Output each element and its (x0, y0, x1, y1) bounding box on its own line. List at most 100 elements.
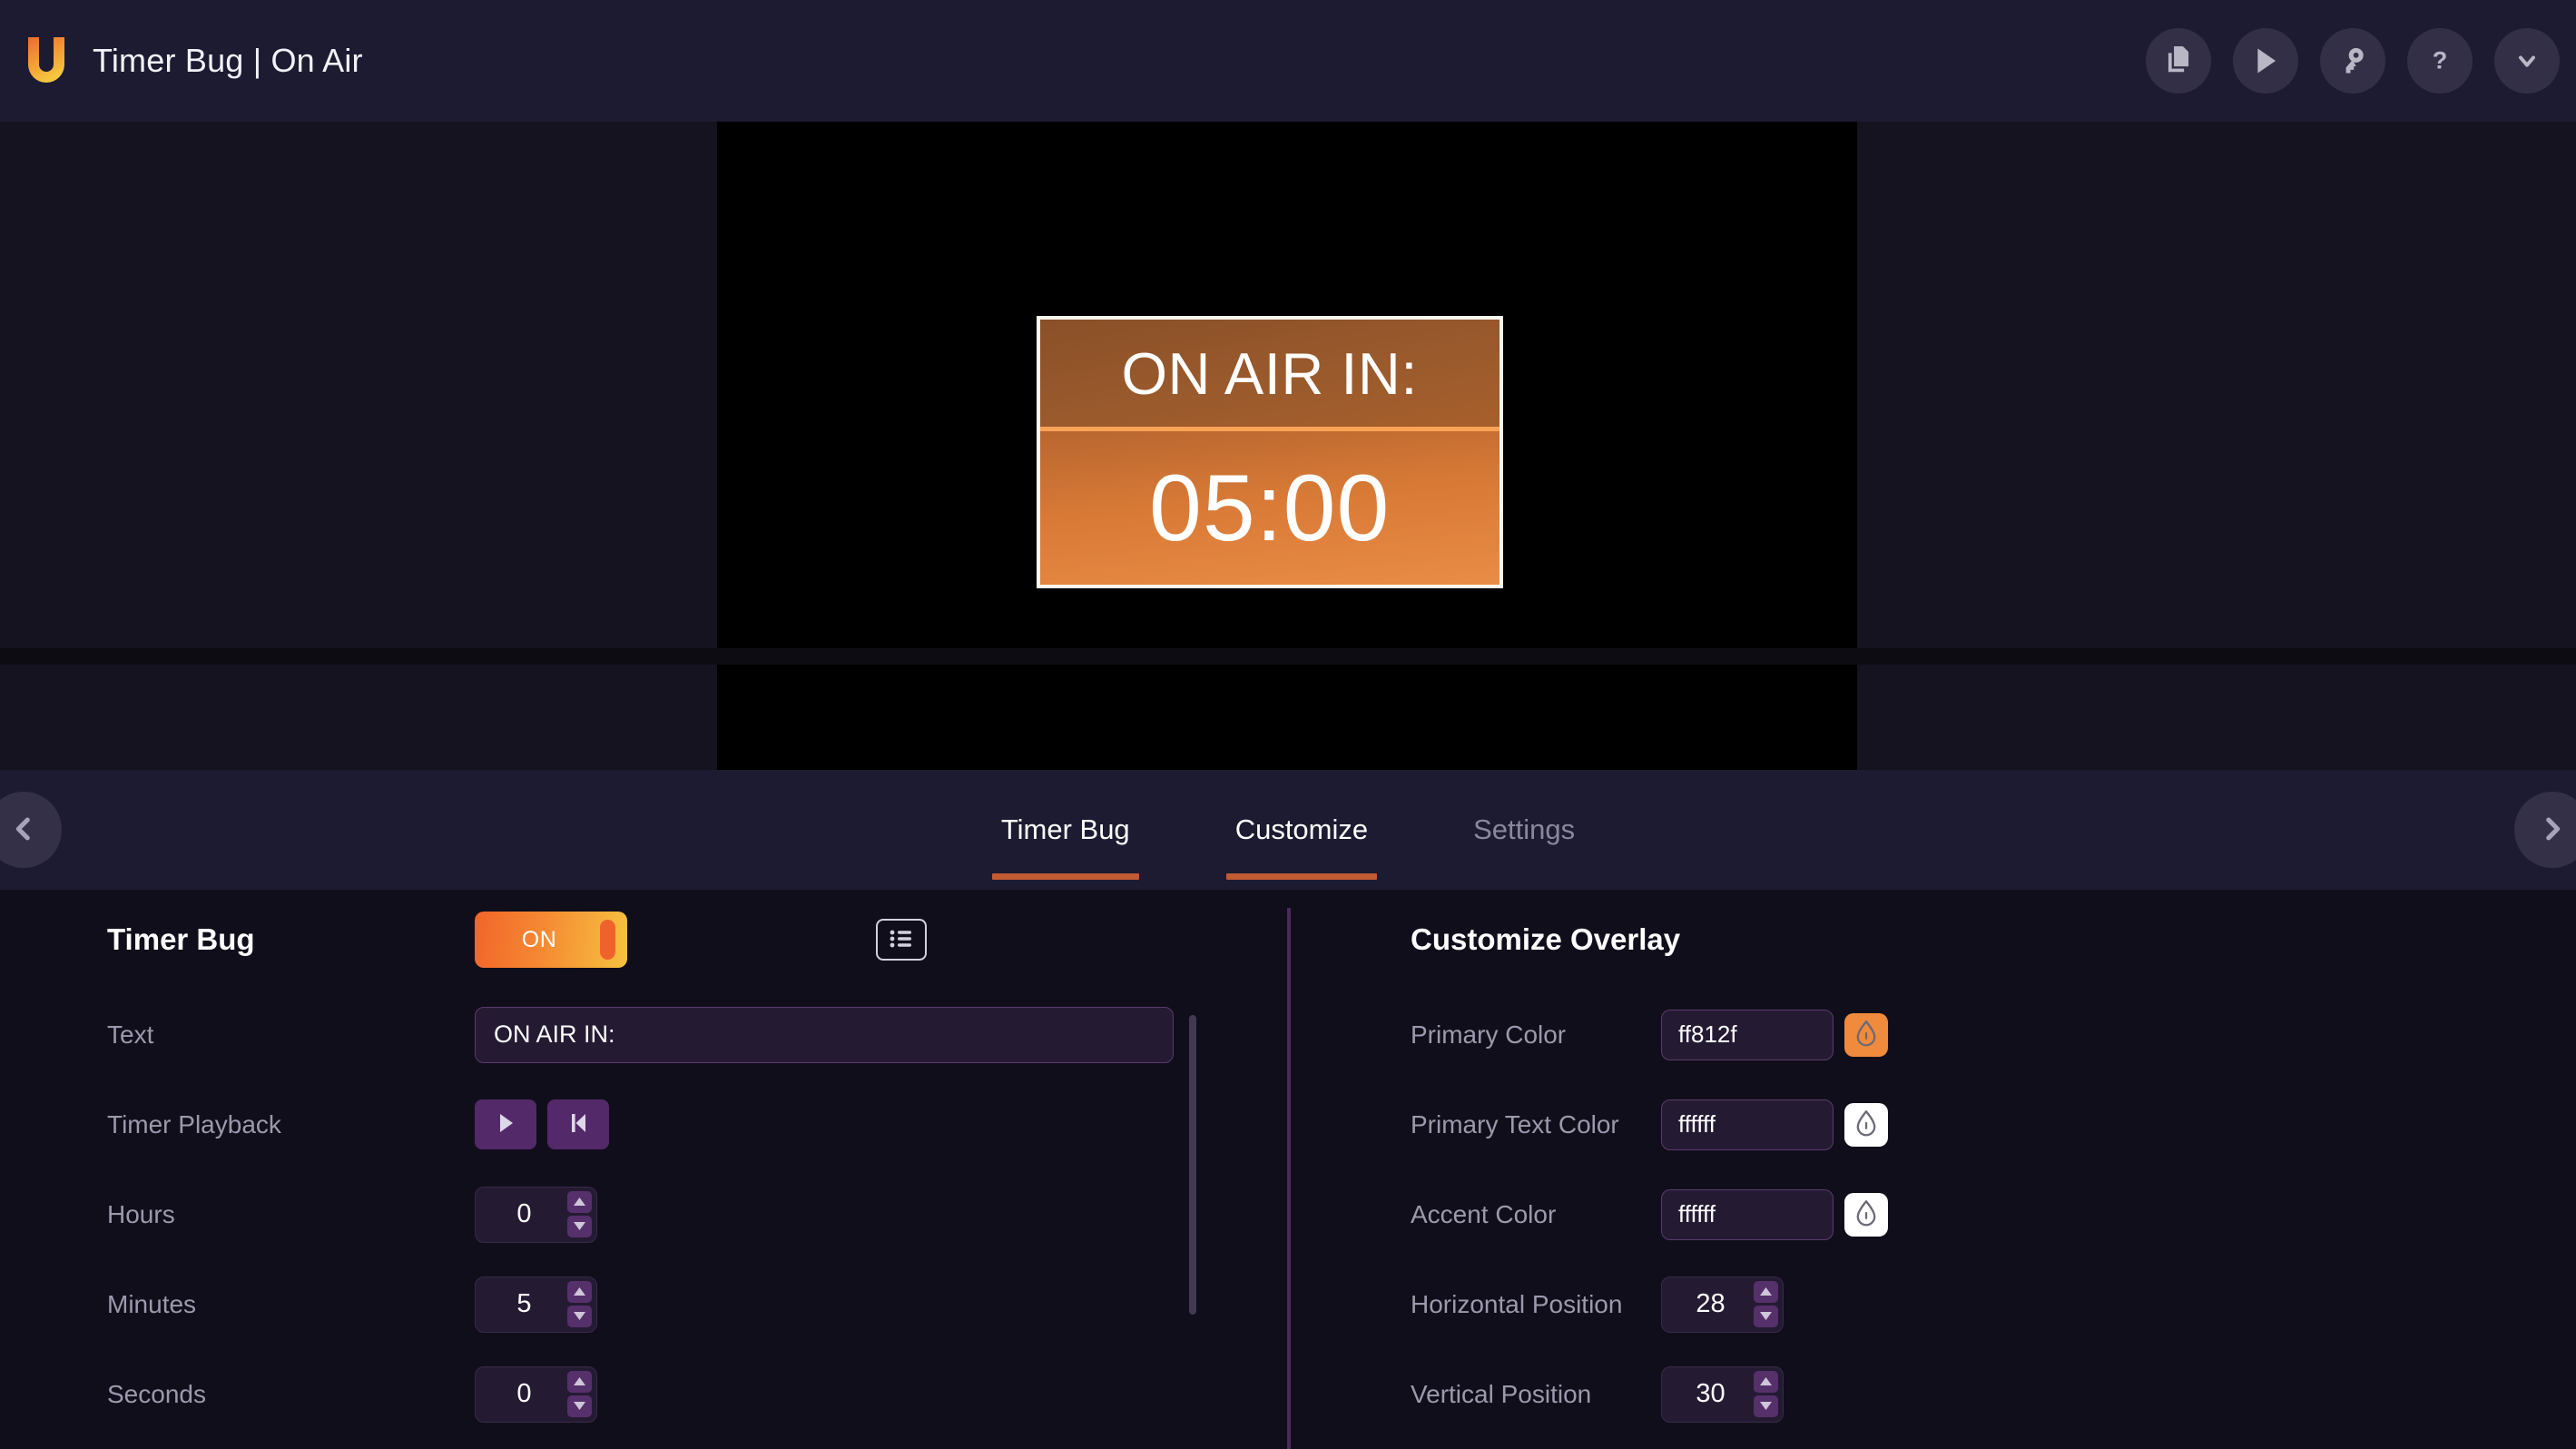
playback-play-button[interactable] (475, 1099, 536, 1149)
play-icon (2252, 46, 2279, 75)
horizontal-position-stepper[interactable]: 28 (1661, 1276, 1784, 1333)
label-primary-text-color: Primary Text Color (1411, 1109, 1619, 1138)
customize-overlay-panel: Customize Overlay Primary Color Primary … (1291, 890, 2576, 1439)
hours-decrement-button[interactable] (567, 1215, 592, 1237)
minutes-stepper[interactable]: 5 (475, 1276, 597, 1333)
droplet-icon (1854, 1199, 1878, 1229)
preview-bottom-strip (0, 648, 2576, 665)
row-horizontal-position: Horizontal Position 28 (1291, 1259, 2576, 1349)
toggle-knob (600, 920, 615, 960)
u-logo (24, 35, 69, 86)
minutes-decrement-button[interactable] (567, 1305, 592, 1327)
preview-area: ON AIR IN: 05:00 (0, 122, 2576, 770)
play-icon (495, 1111, 516, 1138)
primary-text-color-input[interactable] (1661, 1099, 1834, 1150)
row-accent-color: Accent Color (1291, 1169, 2576, 1259)
hours-stepper[interactable]: 0 (475, 1186, 597, 1243)
chevron-down-icon (2514, 48, 2540, 74)
tab-customize[interactable]: Customize (1204, 770, 1399, 890)
hours-increment-button[interactable] (567, 1190, 592, 1213)
label-horizontal-position: Horizontal Position (1411, 1289, 1623, 1318)
tab-settings[interactable]: Settings (1442, 770, 1606, 890)
preview-stage[interactable]: ON AIR IN: 05:00 (717, 122, 1857, 770)
row-seconds: Seconds 0 (0, 1349, 1280, 1439)
label-timer-playback: Timer Playback (107, 1109, 281, 1138)
accent-color-input[interactable] (1661, 1188, 1834, 1240)
settings-panels: Timer Bug ON Text Timer Playback (0, 890, 2576, 1449)
overlay-timer-band: 05:00 (1039, 430, 1499, 586)
label-hours: Hours (107, 1199, 175, 1228)
row-primary-text-color: Primary Text Color (1291, 1079, 2576, 1169)
timer-bug-panel: Timer Bug ON Text Timer Playback (0, 890, 1280, 1439)
minutes-increment-button[interactable] (567, 1280, 592, 1303)
seconds-stepper-buttons (567, 1370, 592, 1417)
label-text: Text (107, 1020, 154, 1049)
hours-stepper-buttons (567, 1190, 592, 1237)
svg-text:?: ? (2433, 46, 2448, 74)
duplicate-icon (2165, 46, 2192, 75)
brand: Timer Bug | On Air (24, 35, 363, 86)
chevron-down-icon-button[interactable] (2494, 28, 2560, 94)
key-icon (2339, 46, 2366, 75)
presets-list-button[interactable] (876, 919, 927, 961)
seconds-decrement-button[interactable] (567, 1395, 592, 1417)
horizontal-position-increment-button[interactable] (1754, 1280, 1778, 1303)
overlay-timer-text: 05:00 (1149, 455, 1391, 561)
help-icon-button[interactable]: ? (2407, 28, 2473, 94)
customize-overlay-title: Customize Overlay (1411, 922, 1681, 956)
row-primary-color: Primary Color (1291, 990, 2576, 1079)
timer-bug-overlay: ON AIR IN: 05:00 (1036, 316, 1503, 589)
next-page-button[interactable] (2514, 792, 2576, 868)
row-hours: Hours 0 (0, 1169, 1280, 1259)
prev-page-button[interactable] (0, 792, 62, 868)
skip-to-start-icon (567, 1111, 589, 1138)
toggle-state-label: ON (521, 926, 557, 952)
playback-controls (475, 1099, 609, 1149)
row-text: Text (0, 990, 1280, 1079)
help-icon: ? (2426, 46, 2453, 75)
timer-bug-header: Timer Bug ON (0, 890, 1280, 990)
primary-color-input[interactable] (1661, 1009, 1834, 1060)
droplet-icon (1854, 1109, 1878, 1139)
text-input[interactable] (475, 1006, 1174, 1063)
row-timer-playback: Timer Playback (0, 1079, 1280, 1169)
app-header: Timer Bug | On Air ? (0, 0, 2576, 122)
label-vertical-position: Vertical Position (1411, 1379, 1592, 1408)
row-vertical-position: Vertical Position 30 (1291, 1349, 2576, 1439)
playback-reset-button[interactable] (547, 1099, 609, 1149)
overlay-title-text: ON AIR IN: (1121, 340, 1418, 407)
vertical-position-increment-button[interactable] (1754, 1370, 1778, 1393)
header-actions: ? (2146, 28, 2560, 94)
label-seconds: Seconds (107, 1379, 206, 1408)
vertical-position-stepper-buttons (1754, 1370, 1778, 1417)
tab-timer-bug[interactable]: Timer Bug (970, 770, 1161, 890)
tab-list: Timer Bug Customize Settings (970, 770, 1606, 890)
primary-color-swatch[interactable] (1844, 1012, 1888, 1057)
key-icon-button[interactable] (2320, 28, 2385, 94)
vertical-position-stepper[interactable]: 30 (1661, 1365, 1784, 1423)
label-accent-color: Accent Color (1411, 1199, 1557, 1228)
label-primary-color: Primary Color (1411, 1020, 1567, 1049)
seconds-stepper[interactable]: 0 (475, 1365, 597, 1423)
customize-overlay-header: Customize Overlay (1291, 890, 2576, 990)
tab-bar: Timer Bug Customize Settings (0, 770, 2576, 890)
app-title: Timer Bug | On Air (93, 42, 363, 79)
seconds-increment-button[interactable] (567, 1370, 592, 1393)
accent-color-swatch[interactable] (1844, 1192, 1888, 1237)
play-icon-button[interactable] (2233, 28, 2298, 94)
label-minutes: Minutes (107, 1289, 197, 1318)
row-minutes: Minutes 5 (0, 1259, 1280, 1349)
duplicate-icon-button[interactable] (2146, 28, 2211, 94)
primary-text-color-swatch[interactable] (1844, 1102, 1888, 1147)
minutes-stepper-buttons (567, 1280, 592, 1327)
droplet-icon (1854, 1020, 1878, 1050)
horizontal-position-decrement-button[interactable] (1754, 1305, 1778, 1327)
timer-bug-title: Timer Bug (107, 922, 255, 956)
chevron-left-icon (8, 813, 39, 847)
vertical-position-decrement-button[interactable] (1754, 1395, 1778, 1417)
horizontal-position-stepper-buttons (1754, 1280, 1778, 1327)
chevron-right-icon (2537, 813, 2568, 847)
timer-bug-toggle[interactable]: ON (475, 912, 627, 968)
overlay-title-band: ON AIR IN: (1039, 320, 1499, 431)
list-icon (888, 928, 915, 952)
